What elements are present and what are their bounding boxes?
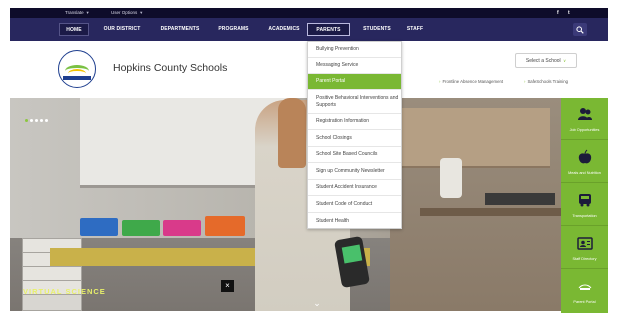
nav-academics[interactable]: ACADEMICS: [260, 23, 308, 36]
quick-link-jobs[interactable]: Job Opportunities: [561, 98, 608, 140]
hero-bin-pink: [163, 220, 201, 236]
menu-item-bullying-prevention[interactable]: Bullying Prevention: [308, 42, 401, 58]
facebook-icon[interactable]: f: [557, 8, 559, 18]
slide-dot[interactable]: [35, 119, 38, 122]
quick-link-label: Parent Portal: [573, 300, 596, 304]
people-icon: [578, 108, 592, 120]
header-link-label: SafeSchools Training: [527, 79, 569, 84]
quick-link-staff-directory[interactable]: Staff Directory: [561, 227, 608, 269]
menu-item-school-closings[interactable]: School Closings: [308, 130, 401, 147]
nav-home[interactable]: HOME: [59, 23, 89, 36]
hero-slideshow: VIRTUAL SCIENCE × ⌄: [10, 98, 561, 311]
hero-caption: VIRTUAL SCIENCE: [23, 287, 106, 296]
quick-link-transportation[interactable]: Transportation: [561, 184, 608, 226]
nav-staff[interactable]: STAFF: [401, 23, 429, 36]
apple-icon: [578, 149, 592, 164]
hero-device-screen: [341, 244, 363, 264]
hero-bin-blue: [80, 218, 118, 236]
chevron-down-icon: ∨: [562, 58, 567, 63]
contact-card-icon: [577, 237, 593, 250]
nav-parents[interactable]: PARENTS: [307, 23, 350, 36]
arrow-right-icon: ›: [524, 79, 526, 84]
menu-item-student-code-of-conduct[interactable]: Student Code of Conduct: [308, 196, 401, 213]
logo-band: [63, 76, 91, 80]
hero-lab-equipment: [440, 158, 462, 198]
quick-link-label: Staff Directory: [572, 257, 597, 261]
search-icon: [576, 26, 584, 34]
chevron-down-icon: ▼: [85, 10, 90, 15]
quick-link-label: Job Opportunities: [569, 128, 600, 132]
slide-dot[interactable]: [25, 119, 28, 122]
quick-link-label: Meals and Nutrition: [568, 171, 601, 175]
hero-bin-orange: [205, 216, 245, 236]
quick-link-parent-portal[interactable]: Parent Portal: [561, 270, 608, 312]
nav-our-district[interactable]: OUR DISTRICT: [96, 23, 148, 36]
menu-item-community-newsletter[interactable]: Sign up Community Newsletter: [308, 163, 401, 180]
header-link-frontline[interactable]: › Frontline Absence Management: [439, 79, 503, 84]
hero-lab-bench: [420, 208, 561, 216]
header-link-label: Frontline Absence Management: [442, 79, 504, 84]
utility-bar: Translate ▼ User Options ▼ f t: [10, 8, 608, 18]
menu-item-student-accident-insurance[interactable]: Student Accident Insurance: [308, 180, 401, 196]
hero-student-hair: [278, 98, 306, 168]
scroll-down-icon[interactable]: ⌄: [311, 298, 323, 308]
slide-dot[interactable]: [30, 119, 33, 122]
close-icon[interactable]: ×: [221, 280, 234, 292]
site-title[interactable]: Hopkins County Schools: [113, 62, 227, 74]
menu-item-student-health[interactable]: Student Health: [308, 213, 401, 229]
bus-icon: [579, 194, 591, 207]
menu-item-school-site-based-councils[interactable]: School Site Based Councils: [308, 147, 401, 163]
select-school-dropdown[interactable]: Select a School ∨: [515, 53, 577, 68]
hero-microscope-base: [485, 193, 555, 205]
hero-cabinet: [400, 108, 550, 168]
translate-label: Translate: [65, 10, 84, 15]
quick-link-label: Transportation: [572, 214, 597, 218]
select-school-label: Select a School: [525, 58, 561, 64]
twitter-icon[interactable]: t: [568, 8, 570, 18]
parents-dropdown-menu: Bullying Prevention Messaging Service Pa…: [307, 41, 402, 229]
logo-ring-text: [67, 57, 87, 62]
header-link-safeschools[interactable]: › SafeSchools Training: [524, 79, 568, 84]
quick-links: Job Opportunities Meals and Nutrition Tr…: [561, 98, 608, 313]
campus-logo-icon: [578, 284, 592, 290]
main-navigation: HOME OUR DISTRICT DEPARTMENTS PROGRAMS A…: [10, 18, 608, 41]
slide-dot[interactable]: [40, 119, 43, 122]
menu-item-parent-portal[interactable]: Parent Portal: [308, 74, 401, 90]
user-options-label: User Options: [111, 10, 138, 15]
district-logo[interactable]: [58, 50, 96, 88]
slide-dot[interactable]: [45, 119, 48, 122]
translate-menu[interactable]: Translate ▼: [65, 8, 90, 18]
arrow-right-icon: ›: [439, 79, 441, 84]
hero-bin-green: [122, 220, 160, 236]
menu-item-registration-information[interactable]: Registration Information: [308, 114, 401, 130]
search-button[interactable]: [573, 23, 587, 36]
menu-item-pbis[interactable]: Positive Behavioral Interventions and Su…: [308, 90, 401, 114]
slideshow-dots: [25, 109, 50, 127]
quick-link-meals[interactable]: Meals and Nutrition: [561, 141, 608, 183]
nav-departments[interactable]: DEPARTMENTS: [152, 23, 208, 36]
nav-students[interactable]: STUDENTS: [356, 23, 398, 36]
chevron-down-icon: ▼: [139, 10, 144, 15]
nav-programs[interactable]: PROGRAMS: [211, 23, 256, 36]
user-options-menu[interactable]: User Options ▼: [111, 8, 143, 18]
menu-item-messaging-service[interactable]: Messaging Service: [308, 58, 401, 74]
